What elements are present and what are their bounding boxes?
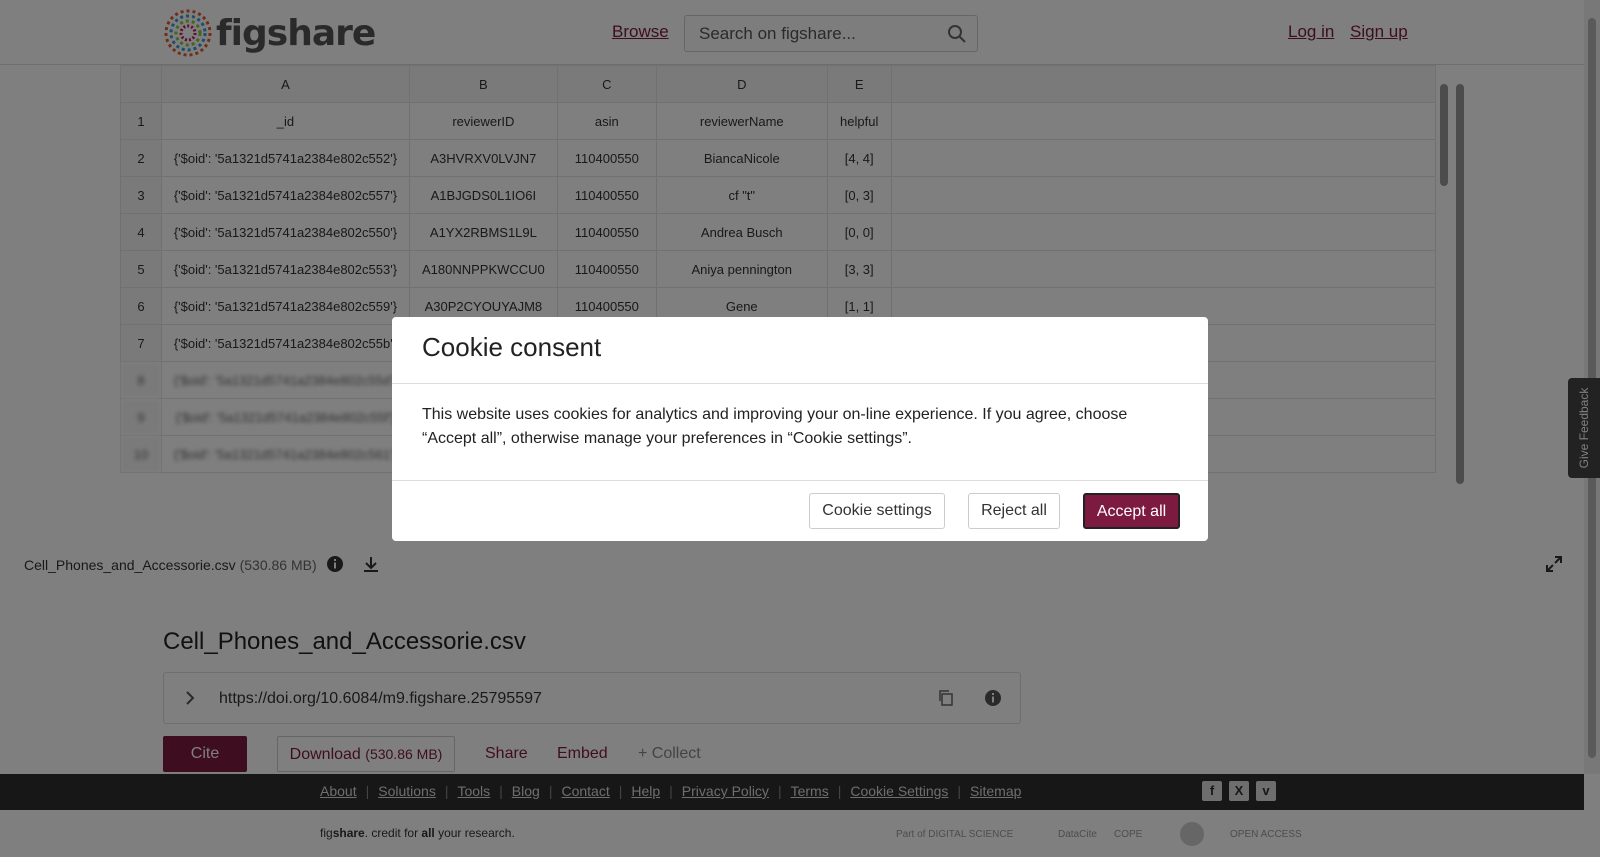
cookie-consent-body: This website uses cookies for analytics … <box>422 406 1128 447</box>
accept-all-button[interactable]: Accept all <box>1083 493 1180 529</box>
cookie-settings-button[interactable]: Cookie settings <box>809 493 945 529</box>
cookie-consent-title: Cookie consent <box>422 332 602 362</box>
divider <box>392 383 1208 384</box>
divider <box>392 480 1208 481</box>
cookie-consent-dialog: Cookie consent This website uses cookies… <box>392 317 1208 541</box>
reject-all-button[interactable]: Reject all <box>968 493 1060 529</box>
